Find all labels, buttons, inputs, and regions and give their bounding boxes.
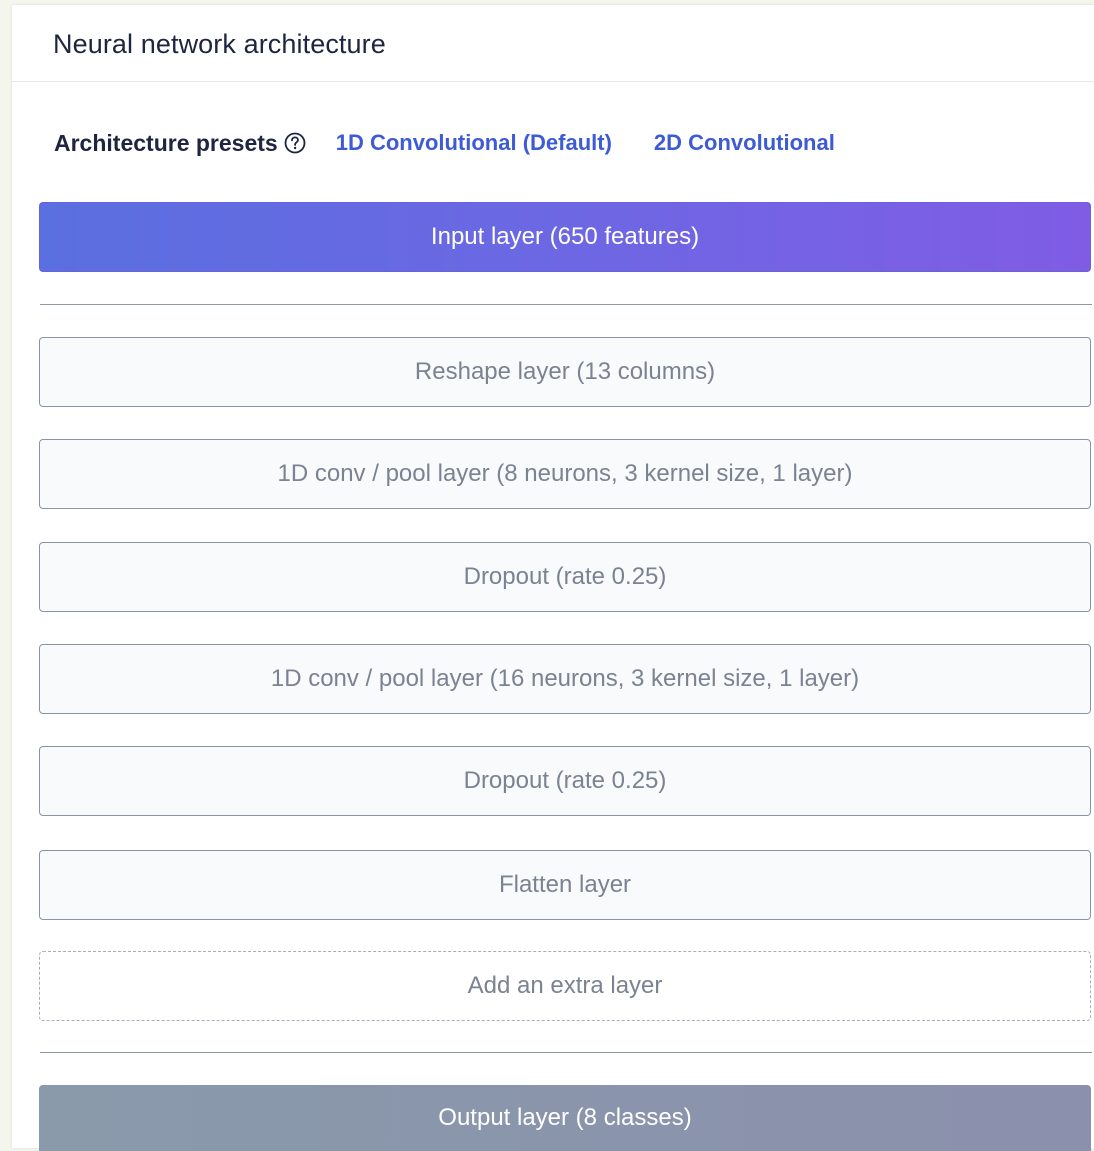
layer-reshape[interactable]: Reshape layer (13 columns) [39,337,1091,407]
preset-1d-convolutional[interactable]: 1D Convolutional (Default) [336,130,612,156]
panel-header: Neural network architecture [12,5,1094,82]
layer-flatten[interactable]: Flatten layer [39,850,1091,920]
layer-conv1d-1[interactable]: 1D conv / pool layer (8 neurons, 3 kerne… [39,439,1091,509]
divider [40,304,1092,305]
preset-2d-convolutional[interactable]: 2D Convolutional [654,130,835,156]
add-layer-button[interactable]: Add an extra layer [39,951,1091,1021]
layer-dropout-2[interactable]: Dropout (rate 0.25) [39,746,1091,816]
architecture-panel: Neural network architecture Architecture… [12,5,1094,1151]
panel-title: Neural network architecture [53,29,386,59]
layer-conv1d-2[interactable]: 1D conv / pool layer (16 neurons, 3 kern… [39,644,1091,714]
presets-label: Architecture presets [54,129,278,156]
output-layer[interactable]: Output layer (8 classes) [39,1085,1091,1151]
divider [40,1052,1092,1053]
input-layer[interactable]: Input layer (650 features) [39,202,1091,272]
presets-row: Architecture presets 1D Convolutional (D… [54,123,835,163]
question-circle-icon[interactable] [284,132,306,154]
layer-dropout-1[interactable]: Dropout (rate 0.25) [39,542,1091,612]
